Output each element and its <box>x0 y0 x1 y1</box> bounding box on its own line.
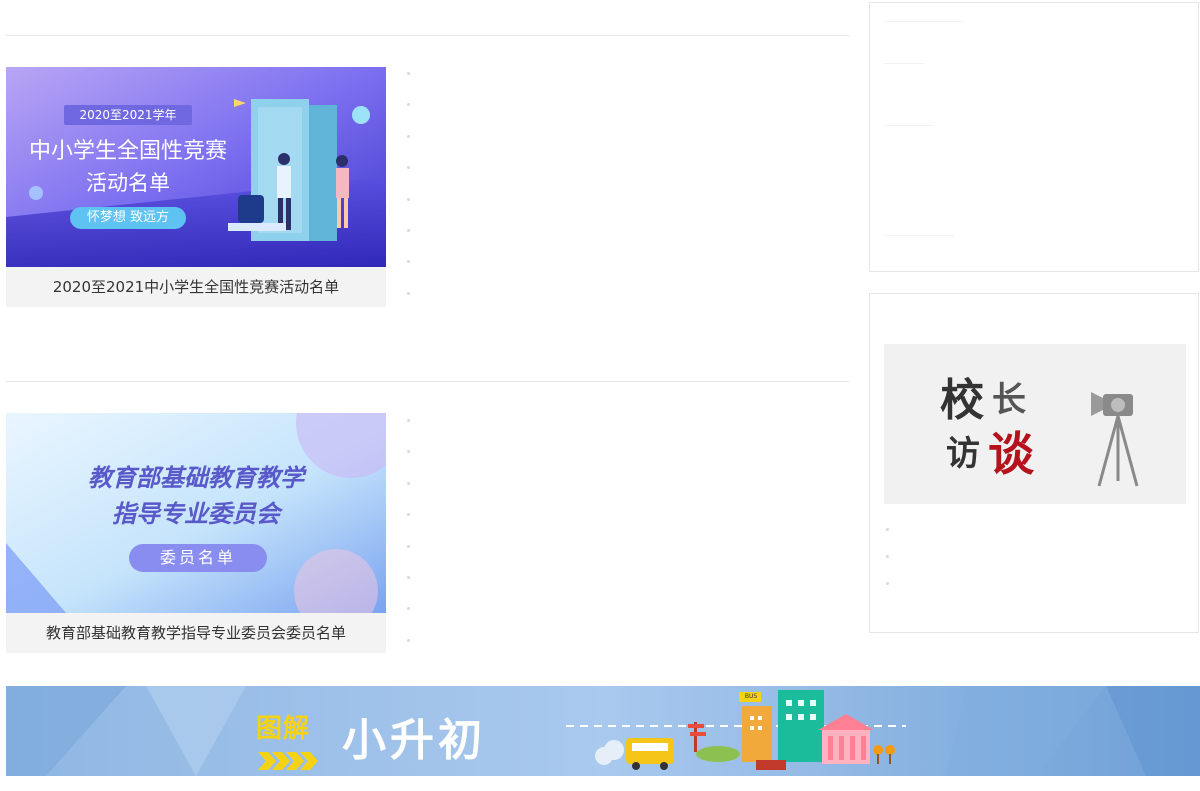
banner-tag: 图解 <box>256 714 311 744</box>
bullet-icon <box>407 513 410 517</box>
list-item[interactable] <box>884 547 1184 574</box>
bullet-icon <box>407 228 410 232</box>
sidebar-box-top <box>869 2 1199 272</box>
list-item[interactable] <box>400 251 840 282</box>
card-image-title-line1: 教育部基础教育教学 <box>88 464 304 492</box>
banner-title: 小升初 <box>342 715 486 766</box>
list-item[interactable] <box>400 536 840 567</box>
bullet-icon <box>886 528 889 531</box>
bullet-icon <box>407 575 410 579</box>
bullet-icon <box>407 166 410 170</box>
banner-background <box>6 686 1200 776</box>
sidebar-faint-line <box>884 21 964 22</box>
sidebar-faint-line <box>884 235 954 236</box>
card-caption[interactable]: 2020至2021中小学生全国性竞赛活动名单 <box>6 267 386 307</box>
sidebar-list <box>884 520 1184 601</box>
list-item[interactable] <box>884 574 1184 601</box>
list-item[interactable] <box>400 598 840 629</box>
section-divider-middle <box>6 381 849 382</box>
competition-list-image: 2020至2021学年 中小学生全国性竞赛 活动名单 怀梦想 致远方 <box>6 67 386 267</box>
news-list-1 <box>400 63 840 314</box>
bullet-icon <box>407 197 410 201</box>
card-image-title-line1: 中小学生全国性竞赛 <box>28 139 227 164</box>
bullet-icon <box>407 450 410 454</box>
card-caption[interactable]: 教育部基础教育教学指导专业委员会委员名单 <box>6 613 386 653</box>
bullet-icon <box>407 419 410 422</box>
bullet-icon <box>886 582 889 585</box>
bullet-icon <box>407 291 410 295</box>
xiaoshengchu-banner[interactable]: 图解 小升初 BUS <box>6 686 1200 776</box>
card-image-title-line2: 指导专业委员会 <box>112 500 280 528</box>
list-item[interactable] <box>400 189 840 220</box>
list-item[interactable] <box>884 520 1184 547</box>
bullet-icon <box>407 481 410 485</box>
list-item[interactable] <box>400 473 840 504</box>
list-item[interactable] <box>400 94 840 125</box>
committee-pill: 委员名单 <box>129 544 267 572</box>
bullet-icon <box>407 544 410 548</box>
list-item[interactable] <box>400 283 840 314</box>
camera-tripod-icon <box>1091 392 1139 487</box>
list-item[interactable] <box>400 63 840 94</box>
interview-char-3: 访 <box>946 434 980 474</box>
competition-list-card[interactable]: 2020至2021学年 中小学生全国性竞赛 活动名单 怀梦想 致远方 2020至… <box>6 67 386 307</box>
bullet-icon <box>407 260 410 264</box>
bus-sign: BUS <box>744 693 758 700</box>
sidebar-faint-line <box>884 125 934 126</box>
interview-char-2: 长 <box>992 380 1026 420</box>
sidebar-faint-line <box>884 63 924 64</box>
committee-list-image: 教育部基础教育教学 指导专业委员会 委员名单 <box>6 413 386 613</box>
list-item[interactable] <box>400 157 840 188</box>
sidebar-box-interview: 校 长 访 谈 <box>869 293 1199 633</box>
list-item[interactable] <box>400 567 840 598</box>
list-item[interactable] <box>400 504 840 535</box>
list-item[interactable] <box>400 441 840 472</box>
interview-char-1: 校 <box>940 375 984 426</box>
bullet-icon <box>407 134 410 138</box>
list-item[interactable] <box>400 126 840 157</box>
news-list-2 <box>400 410 840 661</box>
bullet-icon <box>407 72 410 75</box>
interview-char-4: 谈 <box>988 427 1034 481</box>
card-image-title-line2: 活动名单 <box>86 171 170 195</box>
list-item[interactable] <box>400 220 840 251</box>
principal-interview-banner[interactable]: 校 长 访 谈 <box>884 344 1186 504</box>
bullet-icon <box>407 638 410 642</box>
year-badge: 2020至2021学年 <box>64 105 192 125</box>
section-divider-top <box>6 35 849 36</box>
list-item[interactable] <box>400 410 840 441</box>
committee-list-card[interactable]: 教育部基础教育教学 指导专业委员会 委员名单 教育部基础教育教学指导专业委员会委… <box>6 413 386 653</box>
bullet-icon <box>886 555 889 558</box>
list-item[interactable] <box>400 630 840 661</box>
slogan-pill: 怀梦想 致远方 <box>70 207 186 229</box>
bullet-icon <box>407 103 410 107</box>
bullet-icon <box>407 607 410 611</box>
